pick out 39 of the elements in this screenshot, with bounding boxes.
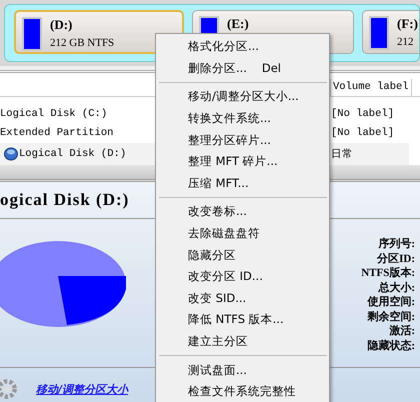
menu-item[interactable]: 改变 SID... (158, 288, 327, 310)
disk-icon (4, 147, 18, 161)
resize-partition-link[interactable]: 移动/调整分区大小 (36, 382, 128, 396)
partition-usage-icon (369, 16, 389, 50)
property-label: 分区ID: (377, 252, 415, 266)
property-label: NTFS版本: (361, 266, 415, 280)
partition-size: 212 GB NTFS (50, 37, 114, 49)
drive-letter: (E:) (227, 16, 249, 32)
partition-size: 212 (397, 36, 414, 48)
menu-item[interactable]: 整理 MFT 碎片... (158, 150, 327, 173)
menu-item[interactable]: 隐藏分区 (158, 244, 327, 266)
menu-item[interactable]: 转换文件系统... (158, 108, 327, 130)
partition-usage-icon (22, 17, 42, 51)
property-label: 序列号: (378, 237, 415, 252)
menu-item[interactable]: 去除磁盘盘符 (158, 222, 327, 244)
partition-row[interactable]: Extended Partition (0, 124, 155, 142)
drive-letter: (D:) (50, 17, 74, 33)
gear-icon (0, 378, 18, 400)
property-label: 总大小: (378, 280, 415, 295)
drive-letter: (F:) (397, 16, 418, 32)
property-label: 使用空间: (367, 295, 415, 310)
partition-row[interactable]: Logical Disk (C:) (0, 105, 155, 123)
menu-item[interactable]: 检查文件系统完整性 (158, 380, 327, 402)
property-label: 剩余空间: (367, 310, 415, 324)
partition-row[interactable]: Logical Disk (D:) (0, 143, 155, 165)
volume-label: 日常 (330, 143, 409, 165)
menu-item[interactable]: 测试盘面... (158, 359, 327, 381)
volume-label: [No label] (330, 107, 396, 122)
property-label: 激活: (389, 324, 415, 338)
partition-card[interactable]: (F:) 212 (362, 10, 419, 54)
menu-item[interactable]: 移动/调整分区大小... (158, 86, 327, 108)
partition-card[interactable]: (D:) 212 GB NTFS (14, 10, 184, 54)
menu-item[interactable]: 整理分区碎片... (158, 129, 327, 151)
menu-item[interactable]: 建立主分区 (158, 330, 327, 352)
menu-item[interactable]: 删除分区... Del (158, 58, 327, 80)
volume-label: [No label] (330, 126, 396, 141)
menu-item[interactable]: 改变分区 ID... (158, 266, 327, 288)
property-label: 隐藏状态: (367, 338, 415, 353)
menu-item[interactable]: 降低 NTFS 版本... (158, 309, 327, 331)
